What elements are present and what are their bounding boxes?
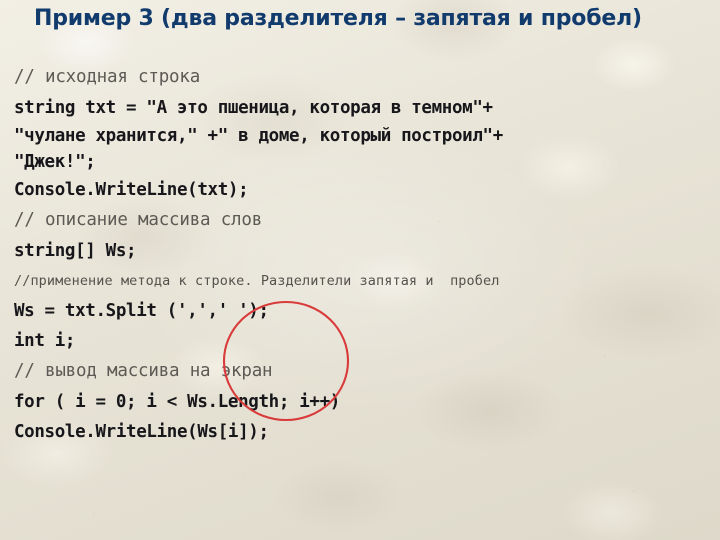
code-line-string-continuation-1: "чулане хранится," +" в доме, который по… xyxy=(14,126,503,146)
code-block: // исходная строка string txt = "А это п… xyxy=(14,62,714,447)
slide-canvas: Пример 3 (два разделителя – запятая и пр… xyxy=(0,0,720,540)
code-line-string-continuation-2: "Джек!"; xyxy=(14,152,96,172)
code-line-comment-array-declaration: // описание массива слов xyxy=(14,210,263,230)
code-line-for-loop: for ( i = 0; i < Ws.Length; i++) xyxy=(14,392,340,412)
code-line-array-declaration: string[] Ws; xyxy=(14,241,137,261)
code-line-writeline-txt: Console.WriteLine(txt); xyxy=(14,180,249,200)
code-line-split-call: Ws = txt.Split (',',' '); xyxy=(14,301,269,321)
code-line-string-declaration: string txt = "А это пшеница, которая в т… xyxy=(14,98,493,118)
code-line-int-declaration: int i; xyxy=(14,331,76,351)
page-title: Пример 3 (два разделителя – запятая и пр… xyxy=(34,6,642,31)
code-line-comment-source-string: // исходная строка xyxy=(14,67,201,87)
code-line-comment-output: // вывод массива на экран xyxy=(14,361,273,381)
code-line-comment-split-usage: //применение метода к строке. Разделител… xyxy=(14,273,500,289)
code-line-writeline-array-item: Console.WriteLine(Ws[i]); xyxy=(14,422,269,442)
